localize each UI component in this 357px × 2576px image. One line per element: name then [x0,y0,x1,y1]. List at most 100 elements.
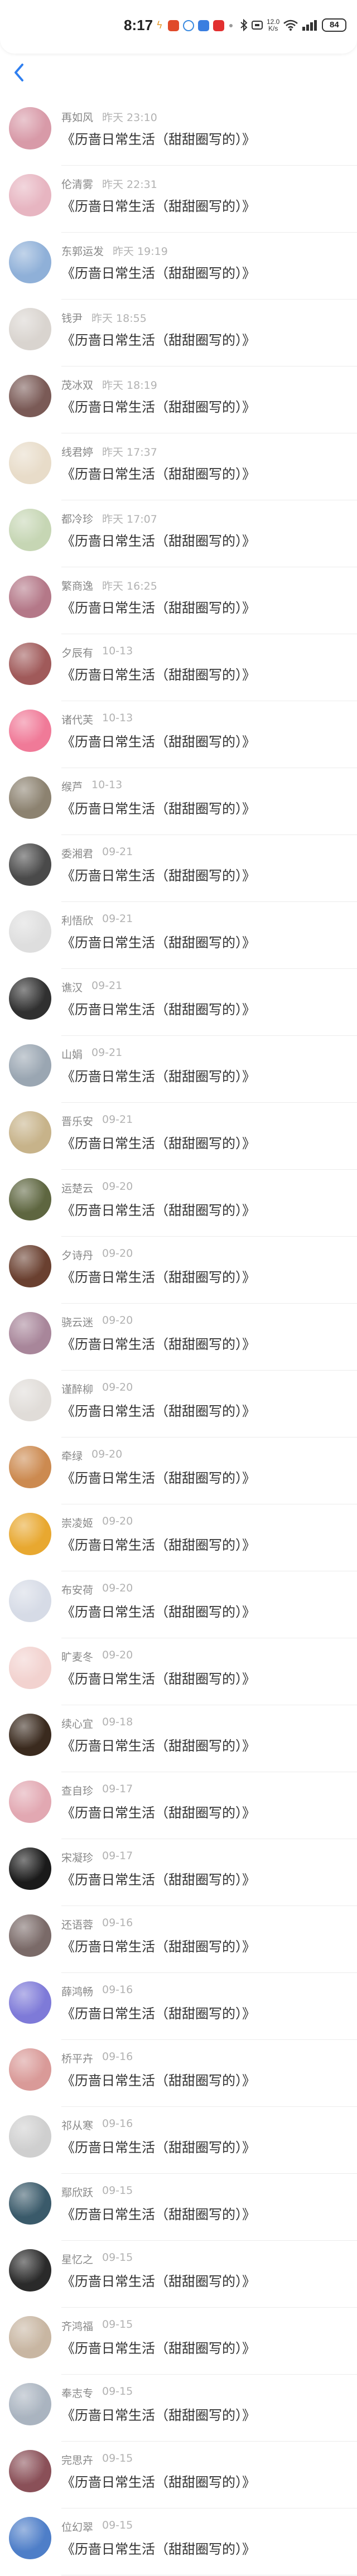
list-item[interactable]: 茂冰双 昨天 18:19 《历啬日常生活（甜甜圈写的）》 [0,367,357,434]
avatar[interactable] [9,1847,51,1890]
list-item[interactable]: 东郭运发 昨天 19:19 《历啬日常生活（甜甜圈写的）》 [0,233,357,300]
avatar[interactable] [9,1647,51,1689]
list-item[interactable]: 诸代芙 10-13 《历啬日常生活（甜甜圈写的）》 [0,702,357,769]
sender-name: 鄢欣跃 [61,2187,94,2199]
message-time: 昨天 17:07 [102,513,157,525]
list-item[interactable]: 完思卉 09-15 《历啬日常生活（甜甜圈写的）》 [0,2442,357,2509]
list-item[interactable]: 祁从寒 09-16 《历啬日常生活（甜甜圈写的）》 [0,2107,357,2174]
list-item[interactable]: 钱尹 昨天 18:55 《历啬日常生活（甜甜圈写的）》 [0,300,357,367]
row-divider [61,1102,357,1103]
avatar[interactable] [9,509,51,551]
list-item[interactable]: 桥平卉 09-16 《历啬日常生活（甜甜圈写的）》 [0,2040,357,2107]
avatar[interactable] [9,2115,51,2158]
row-divider [61,1035,357,1036]
list-item[interactable]: 夕辰有 10-13 《历啬日常生活（甜甜圈写的）》 [0,635,357,702]
avatar[interactable] [9,1513,51,1555]
list-item[interactable]: 山娟 09-21 《历啬日常生活（甜甜圈写的）》 [0,1036,357,1103]
list-item[interactable]: 还语蓉 09-16 《历啬日常生活（甜甜圈写的）》 [0,1907,357,1974]
message-preview: 《历啬日常生活（甜甜圈写的）》 [61,1270,255,1285]
avatar[interactable] [9,2316,51,2358]
list-item[interactable]: 薛鸿畅 09-16 《历啬日常生活（甜甜圈写的）》 [0,1974,357,2040]
avatar[interactable] [9,174,51,216]
avatar[interactable] [9,2383,51,2425]
list-item[interactable]: 运楚云 09-20 《历啬日常生活（甜甜圈写的）》 [0,1170,357,1237]
list-item[interactable]: 布安荷 09-20 《历啬日常生活（甜甜圈写的）》 [0,1572,357,1639]
list-item[interactable]: 缑芦 10-13 《历啬日常生活（甜甜圈写的）》 [0,769,357,836]
avatar[interactable] [9,710,51,752]
avatar[interactable] [9,2450,51,2492]
status-time: 8:17 [124,17,153,33]
message-preview: 《历啬日常生活（甜甜圈写的）》 [61,1537,255,1553]
bluetooth-icon [240,19,248,31]
sender-name: 查自珍 [61,1785,94,1797]
avatar[interactable] [9,776,51,819]
avatar[interactable] [9,1714,51,1756]
avatar[interactable] [9,241,51,283]
row-divider [61,2508,357,2509]
avatar[interactable] [9,977,51,1020]
list-item[interactable]: 牵绿 09-20 《历啬日常生活（甜甜圈写的）》 [0,1438,357,1505]
avatar[interactable] [9,1111,51,1154]
avatar[interactable] [9,107,51,149]
list-item[interactable]: 夕诗丹 09-20 《历啬日常生活（甜甜圈写的）》 [0,1237,357,1304]
avatar[interactable] [9,1981,51,2024]
list-item[interactable]: 繁商逸 昨天 16:25 《历啬日常生活（甜甜圈写的）》 [0,568,357,635]
list-item[interactable]: 宋凝珍 09-17 《历啬日常生活（甜甜圈写的）》 [0,1840,357,1907]
sender-name: 谯汉 [61,982,83,994]
list-item[interactable]: 伦清雾 昨天 22:31 《历啬日常生活（甜甜圈写的）》 [0,166,357,233]
message-preview: 《历啬日常生活（甜甜圈写的）》 [61,199,255,214]
message-time: 09-16 [102,1917,133,1929]
blue-app-notification-icon [198,20,209,31]
row-divider [61,1972,357,1973]
list-item[interactable]: 查自珍 09-17 《历啬日常生活（甜甜圈写的）》 [0,1773,357,1840]
avatar[interactable] [9,308,51,350]
list-item[interactable]: 委湘君 09-21 《历啬日常生活（甜甜圈写的）》 [0,836,357,903]
list-item[interactable]: 线君婷 昨天 17:37 《历啬日常生活（甜甜圈写的）》 [0,434,357,501]
list-item[interactable]: 奉志专 09-15 《历啬日常生活（甜甜圈写的）》 [0,2375,357,2442]
list-item[interactable]: 续心宜 09-18 《历啬日常生活（甜甜圈写的）》 [0,1706,357,1773]
list-item[interactable]: 都冷珍 昨天 17:07 《历啬日常生活（甜甜圈写的）》 [0,501,357,568]
message-preview: 《历啬日常生活（甜甜圈写的）》 [61,1136,255,1151]
list-item[interactable]: 位幻翠 09-15 《历啬日常生活（甜甜圈写的）》 [0,2509,357,2576]
avatar[interactable] [9,442,51,484]
avatar[interactable] [9,1044,51,1087]
avatar[interactable] [9,643,51,685]
avatar[interactable] [9,2517,51,2559]
list-item[interactable]: 齐鸿福 09-15 《历啬日常生活（甜甜圈写的）》 [0,2308,357,2375]
list-item[interactable]: 谨醉柳 09-20 《历啬日常生活（甜甜圈写的）》 [0,1371,357,1438]
list-item[interactable]: 鄢欣跃 09-15 《历啬日常生活（甜甜圈写的）》 [0,2174,357,2241]
message-time: 09-15 [102,2251,133,2264]
avatar[interactable] [9,2048,51,2091]
list-item[interactable]: 旷麦冬 09-20 《历啬日常生活（甜甜圈写的）》 [0,1639,357,1706]
avatar[interactable] [9,2182,51,2225]
list-item[interactable]: 再如风 昨天 23:10 《历啬日常生活（甜甜圈写的）》 [0,99,357,166]
list-item[interactable]: 崇凌姬 09-20 《历啬日常生活（甜甜圈写的）》 [0,1505,357,1572]
avatar[interactable] [9,1312,51,1354]
avatar[interactable] [9,1914,51,1957]
sender-name: 祁从寒 [61,2120,94,2132]
sender-name: 诸代芙 [61,714,94,726]
message-time: 09-20 [102,1649,133,1661]
avatar[interactable] [9,2249,51,2292]
list-item[interactable]: 星忆之 09-15 《历啬日常生活（甜甜圈写的）》 [0,2241,357,2308]
avatar[interactable] [9,1580,51,1622]
list-item[interactable]: 谯汉 09-21 《历啬日常生活（甜甜圈写的）》 [0,969,357,1036]
avatar[interactable] [9,1178,51,1221]
back-button[interactable] [11,62,27,83]
message-preview: 《历啬日常生活（甜甜圈写的）》 [61,868,255,884]
list-item[interactable]: 晋乐安 09-21 《历啬日常生活（甜甜圈写的）》 [0,1103,357,1170]
message-time: 09-20 [102,1314,133,1326]
list-item[interactable]: 利悟欣 09-21 《历啬日常生活（甜甜圈写的）》 [0,903,357,969]
avatar[interactable] [9,1379,51,1421]
avatar[interactable] [9,1446,51,1488]
row-divider [61,2106,357,2107]
avatar[interactable] [9,1781,51,1823]
avatar[interactable] [9,910,51,953]
list-item[interactable]: 骁云迷 09-20 《历啬日常生活（甜甜圈写的）》 [0,1304,357,1371]
avatar[interactable] [9,1245,51,1287]
avatar[interactable] [9,375,51,417]
avatar[interactable] [9,843,51,886]
avatar[interactable] [9,576,51,618]
sender-name: 薛鸿畅 [61,1986,94,1998]
message-preview: 《历啬日常生活（甜甜圈写的）》 [61,801,255,817]
